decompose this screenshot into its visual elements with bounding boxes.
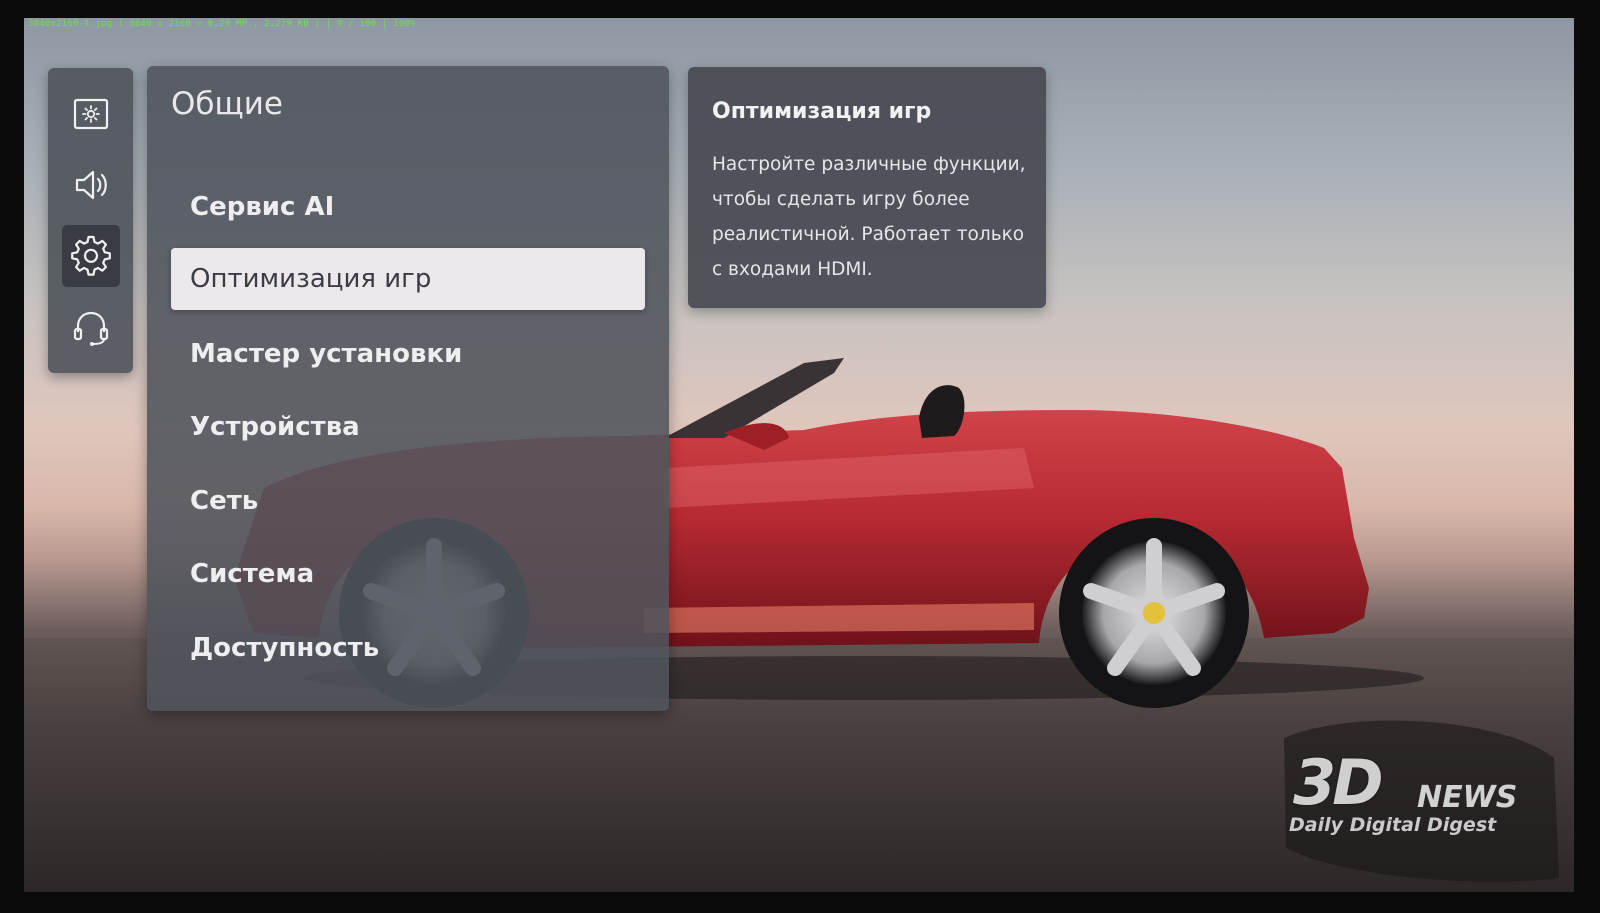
menu-item-game-optimizer[interactable]: Оптимизация игр xyxy=(171,248,645,310)
menu-item-network[interactable]: Сеть xyxy=(171,470,645,532)
menu-item-devices[interactable]: Устройства xyxy=(171,396,645,458)
menu-item-system[interactable]: Система xyxy=(171,543,645,605)
rail-item-general[interactable] xyxy=(62,225,120,287)
menu-item-label: Доступность xyxy=(190,633,380,663)
menu-item-setup-wizard[interactable]: Мастер установки xyxy=(171,323,645,385)
menu-item-ai-service[interactable]: Сервис AI xyxy=(171,176,645,238)
menu-item-label: Сервис AI xyxy=(190,192,335,222)
description-title: Оптимизация игр xyxy=(712,99,932,124)
rail-item-picture[interactable] xyxy=(62,83,120,145)
watermark-logo: 3D xyxy=(1293,746,1384,819)
support-icon xyxy=(73,311,109,346)
general-settings-menu: Общие Сервис AI Оптимизация игр Мастер у… xyxy=(147,66,669,711)
description-text: Настройте различные функции, чтобы сдела… xyxy=(712,154,1026,280)
image-info-line: 3840x2160-1.jpg ( 3840 x 2160 = 8,29 MP … xyxy=(28,19,416,29)
picture-icon xyxy=(73,98,109,130)
watermark-news: NEWS xyxy=(1417,780,1518,815)
menu-item-label: Оптимизация игр xyxy=(190,264,432,294)
sound-icon xyxy=(75,170,107,200)
description-panel: Оптимизация игр Настройте различные функ… xyxy=(688,67,1046,308)
menu-title: Общие xyxy=(171,86,283,122)
rail-item-support[interactable] xyxy=(62,296,120,358)
menu-item-label: Система xyxy=(190,559,315,589)
menu-item-accessibility[interactable]: Доступность xyxy=(171,617,645,679)
menu-item-label: Сеть xyxy=(190,486,259,516)
gear-icon xyxy=(71,235,111,276)
menu-item-label: Устройства xyxy=(190,412,360,442)
menu-item-label: Мастер установки xyxy=(190,339,463,369)
watermark-tagline: Daily Digital Digest xyxy=(1289,814,1497,836)
rail-item-sound[interactable] xyxy=(62,154,120,216)
site-watermark: 3D NEWS Daily Digital Digest xyxy=(1269,718,1559,858)
tv-screen: 3840x2160-1.jpg ( 3840 x 2160 = 8,29 MP … xyxy=(24,18,1574,892)
settings-category-rail xyxy=(48,68,133,373)
